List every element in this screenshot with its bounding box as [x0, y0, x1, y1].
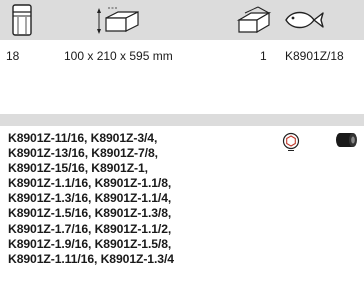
- header-bar: [0, 0, 364, 40]
- box-dimensions-icon: [94, 4, 142, 36]
- hex-profile-icon: [281, 131, 301, 153]
- reference-value: K8901Z/18: [285, 49, 344, 63]
- list-item: K8901Z-1.7/16, K8901Z-1.1/2,: [8, 221, 172, 236]
- list-item: K8901Z-13/16, K8901Z-7/8,: [8, 146, 158, 161]
- package-icon: [236, 4, 272, 36]
- list-item: K8901Z-1.5/16, K8901Z-1.3/8,: [8, 206, 172, 221]
- impact-socket-icon: [334, 131, 360, 151]
- list-item: K8901Z-15/16, K8901Z-1,: [8, 161, 148, 176]
- dimensions-value: 100 x 210 x 595 mm: [64, 49, 173, 63]
- quantity-value: 18: [6, 49, 20, 63]
- section-divider-bar: [0, 114, 364, 126]
- list-item: K8901Z-1.9/16, K8901Z-1.5/8,: [8, 236, 172, 251]
- list-item: K8901Z-1.11/16, K8901Z-1.3/4: [8, 251, 174, 266]
- socket-icon: [10, 4, 34, 36]
- list-item: K8901Z-1.1/16, K8901Z-1.1/8,: [8, 176, 172, 191]
- list-item: K8901Z-1.3/16, K8901Z-1.1/4,: [8, 191, 172, 206]
- pack-count-value: 1: [260, 49, 267, 63]
- contents-list: K8901Z-11/16, K8901Z-3/4, K8901Z-13/16, …: [8, 131, 278, 267]
- list-item: K8901Z-11/16, K8901Z-3/4,: [8, 131, 158, 145]
- product-info-row: 18 100 x 210 x 595 mm 1 K8901Z/18: [0, 46, 364, 66]
- fish-icon: [283, 4, 325, 36]
